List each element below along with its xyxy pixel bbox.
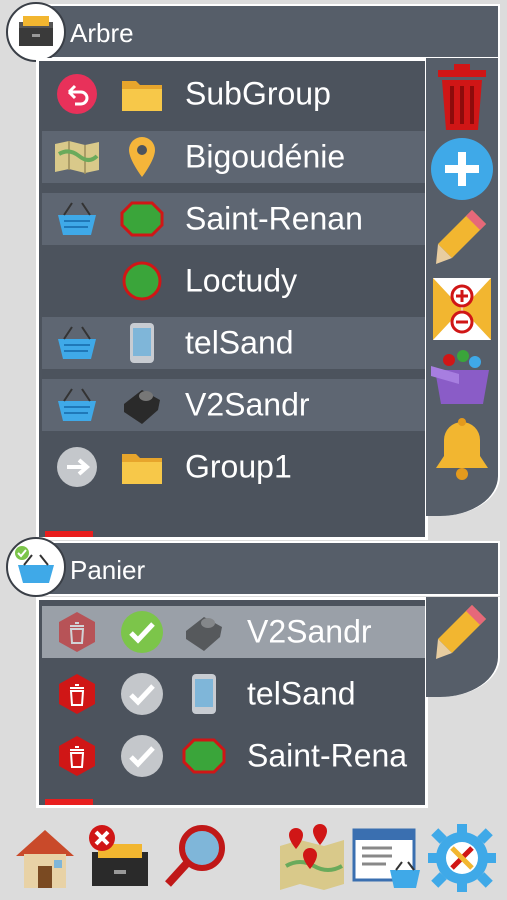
- panier-header-badge[interactable]: [6, 537, 66, 597]
- arbre-title: Arbre: [70, 18, 134, 48]
- bell-icon[interactable]: [431, 416, 493, 482]
- scroll-indicator: [45, 531, 93, 537]
- basket-item[interactable]: Saint-Rena: [42, 730, 425, 782]
- list-item-label: V2Sandr: [185, 386, 310, 423]
- green-area-icon: [120, 200, 164, 238]
- list-item[interactable]: SubGroup: [42, 68, 425, 120]
- settings-gear-icon[interactable]: [426, 822, 498, 894]
- basket-item[interactable]: telSand: [42, 668, 425, 720]
- arbre-side-toolbar: [426, 58, 500, 516]
- home-icon[interactable]: [10, 822, 80, 892]
- check-grey-icon[interactable]: [119, 671, 165, 717]
- green-circle-icon: [121, 260, 163, 302]
- arbre-header-badge[interactable]: [6, 2, 66, 62]
- map-icon: [53, 140, 101, 174]
- basket-icon: [54, 201, 100, 237]
- folder-icon: [120, 448, 164, 486]
- pencil-icon[interactable]: [432, 206, 492, 272]
- list-item[interactable]: V2Sandr: [42, 379, 425, 431]
- list-item-label: Loctudy: [185, 262, 298, 299]
- basket-window-icon[interactable]: [350, 822, 422, 892]
- basket-icon: [54, 325, 100, 361]
- list-item-label: Saint-Renan: [185, 200, 363, 237]
- zoom-hourglass-icon[interactable]: [431, 276, 493, 342]
- arbre-header: Arbre: [36, 4, 500, 59]
- toy-box-icon[interactable]: [429, 348, 495, 406]
- panier-title: Panier: [70, 555, 146, 585]
- list-item-label: SubGroup: [185, 75, 331, 112]
- delete-hexagon-icon[interactable]: [55, 610, 99, 654]
- green-area-icon: [182, 737, 226, 775]
- list-item[interactable]: Group1: [42, 441, 425, 493]
- delete-hexagon-icon[interactable]: [55, 672, 99, 716]
- basket-item-label: Saint-Rena: [247, 737, 408, 774]
- list-item-label: Bigoudénie: [185, 138, 346, 175]
- list-item[interactable]: Loctudy: [42, 255, 425, 307]
- check-green-icon[interactable]: [119, 609, 165, 655]
- map-pins-icon[interactable]: [276, 822, 348, 892]
- check-grey-icon[interactable]: [119, 733, 165, 779]
- list-item[interactable]: Saint-Renan: [42, 193, 425, 245]
- folder-icon: [120, 75, 164, 113]
- close-cabinet-icon[interactable]: [86, 822, 158, 892]
- trash-icon[interactable]: [434, 62, 490, 132]
- tracker-device-icon: [182, 611, 226, 653]
- basket-check-icon: [14, 545, 58, 590]
- list-item-label: Group1: [185, 448, 292, 485]
- phone-icon: [189, 672, 219, 716]
- list-item-label: telSand: [185, 324, 294, 361]
- basket-item[interactable]: V2Sandr: [42, 606, 425, 658]
- list-item[interactable]: telSand: [42, 317, 425, 369]
- cabinet-icon: [15, 12, 57, 53]
- list-item[interactable]: Bigoudénie: [42, 131, 425, 183]
- basket-icon: [54, 387, 100, 423]
- search-icon[interactable]: [160, 822, 230, 892]
- back-arrow-icon[interactable]: [55, 72, 99, 116]
- pencil-icon[interactable]: [432, 601, 492, 667]
- basket-item-label: V2Sandr: [247, 613, 372, 650]
- panier-side-toolbar: [426, 597, 500, 697]
- add-icon[interactable]: [429, 136, 495, 202]
- location-pin-icon: [127, 135, 157, 179]
- forward-arrow-icon[interactable]: [55, 445, 99, 489]
- arbre-list: SubGroup Bigoudénie Saint-Renan Loctudy: [36, 58, 428, 540]
- panier-header: Panier: [36, 541, 500, 596]
- scroll-indicator: [45, 799, 93, 805]
- panier-list: V2Sandr telSand Saint-Rena: [36, 597, 428, 808]
- delete-hexagon-icon[interactable]: [55, 734, 99, 778]
- tracker-device-icon: [120, 384, 164, 426]
- phone-icon: [127, 321, 157, 365]
- basket-item-label: telSand: [247, 675, 356, 712]
